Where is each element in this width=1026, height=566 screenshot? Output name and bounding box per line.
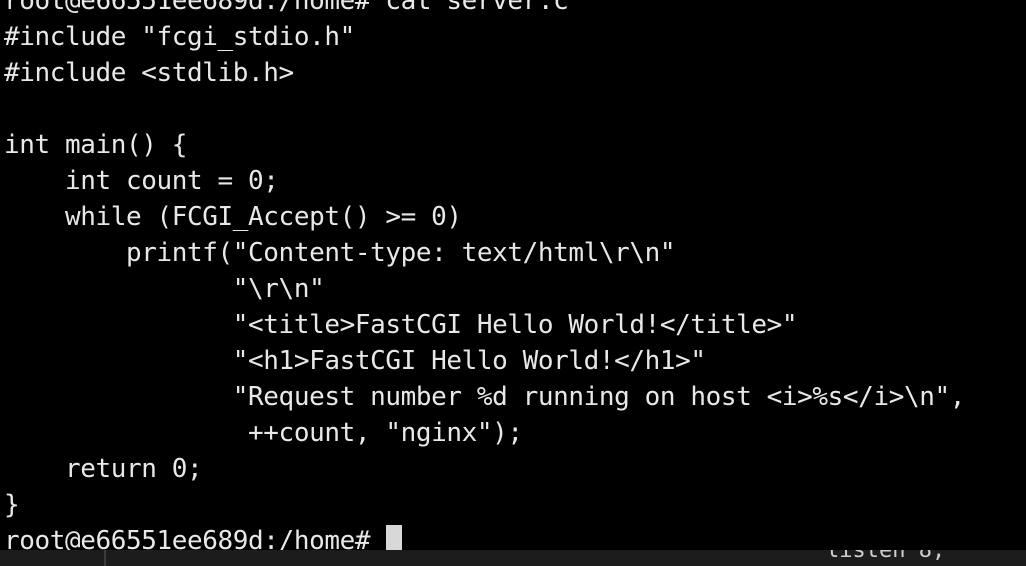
terminal-line: return 0; xyxy=(4,454,203,484)
background-window-text: listen 8; xyxy=(826,550,946,563)
background-window: listen 8; xyxy=(0,550,1026,566)
terminal-output: root@e66551ee689d:/home# cat server.c #i… xyxy=(4,0,965,550)
terminal-line: "<h1>FastCGI Hello World!</h1>" xyxy=(4,346,706,376)
terminal-window[interactable]: root@e66551ee689d:/home# cat server.c #i… xyxy=(0,0,1026,550)
terminal-line: "<title>FastCGI Hello World!</title>" xyxy=(4,310,798,340)
terminal-line: #include <stdlib.h> xyxy=(4,58,294,88)
text-cursor xyxy=(386,524,403,550)
terminal-line: int count = 0; xyxy=(4,166,279,196)
terminal-line: printf("Content-type: text/html\r\n" xyxy=(4,238,676,268)
terminal-line: root@e66551ee689d:/home# cat server.c xyxy=(4,0,569,16)
command-prompt-line[interactable]: root@e66551ee689d:/home# xyxy=(4,523,965,550)
terminal-line: ++count, "nginx"); xyxy=(4,418,523,448)
shell-prompt: root@e66551ee689d:/home# xyxy=(4,526,371,550)
terminal-line: #include "fcgi_stdio.h" xyxy=(4,22,355,52)
terminal-line: "\r\n" xyxy=(4,274,325,304)
window-divider xyxy=(104,550,106,566)
terminal-line: while (FCGI_Accept() >= 0) xyxy=(4,202,462,232)
terminal-line: } xyxy=(4,490,20,520)
terminal-line: "Request number %d running on host <i>%s… xyxy=(4,382,966,412)
terminal-line: int main() { xyxy=(4,130,188,160)
